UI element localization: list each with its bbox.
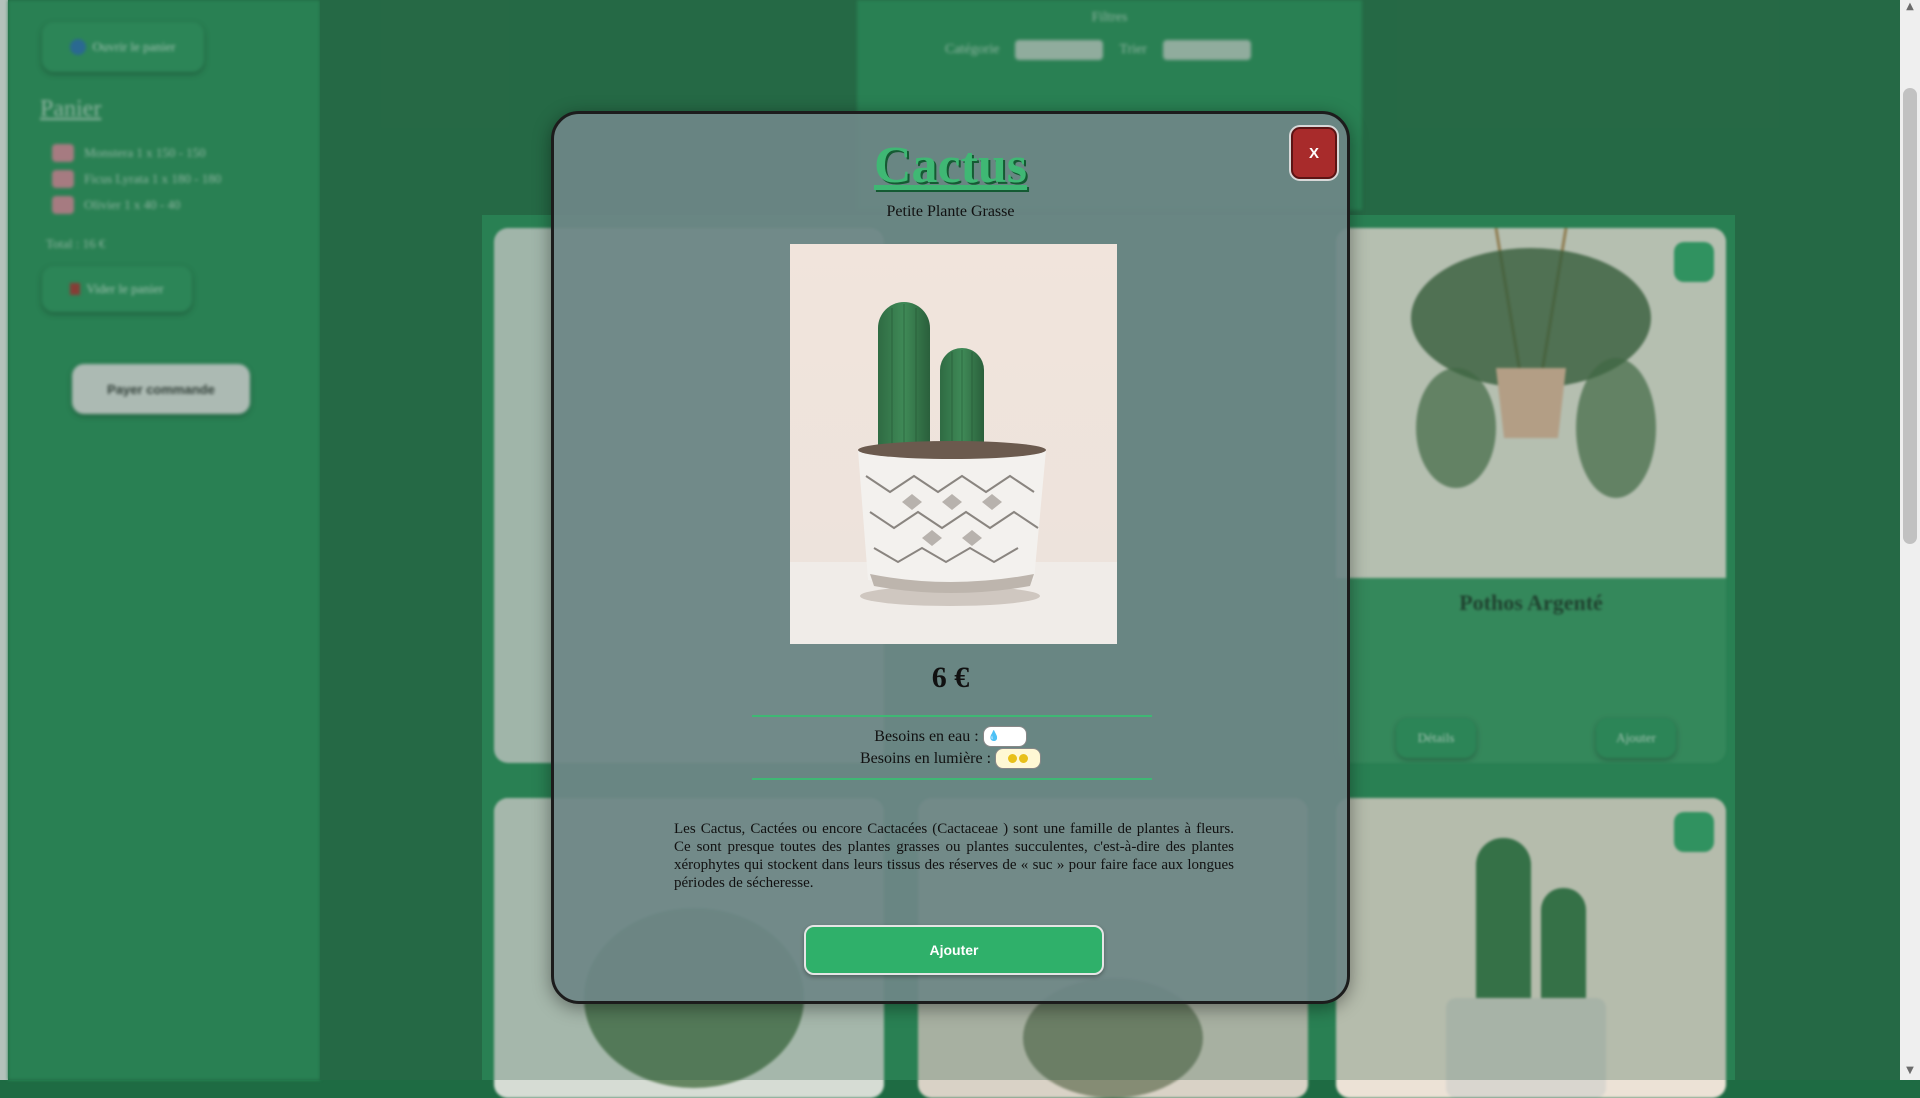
water-need-label: Besoins en eau : (874, 727, 979, 745)
cactus-image (790, 244, 1117, 644)
modal-subtitle: Petite Plante Grasse (886, 203, 1015, 220)
light-need-label: Besoins en lumière : (859, 749, 992, 767)
divider (752, 715, 1152, 717)
sun-icon (1019, 754, 1029, 763)
modal-title: Cactus (873, 137, 1028, 194)
light-need-badge (995, 748, 1042, 769)
scroll-up-icon[interactable]: ▲ (1903, 0, 1917, 14)
modal-price: 6 € (931, 661, 970, 694)
modal-description: Les Cactus, Cactées ou encore Cactacées … (674, 821, 1234, 891)
scroll-down-icon[interactable]: ▼ (1903, 1064, 1917, 1078)
water-need-row: Besoins en eau : 💧 (554, 726, 1347, 747)
sun-icon (1008, 754, 1018, 763)
scrollbar-thumb[interactable] (1903, 88, 1917, 544)
light-need-row: Besoins en lumière : (554, 748, 1347, 769)
water-drop-icon: 💧 (987, 731, 1001, 742)
water-need-badge: 💧 (982, 726, 1027, 747)
add-to-cart-button[interactable]: Ajouter (804, 925, 1104, 975)
add-to-cart-label: Ajouter (929, 942, 979, 958)
divider (752, 778, 1152, 780)
product-modal: X Cactus Petite Plante Grasse 6 € Besoin… (551, 111, 1350, 1004)
